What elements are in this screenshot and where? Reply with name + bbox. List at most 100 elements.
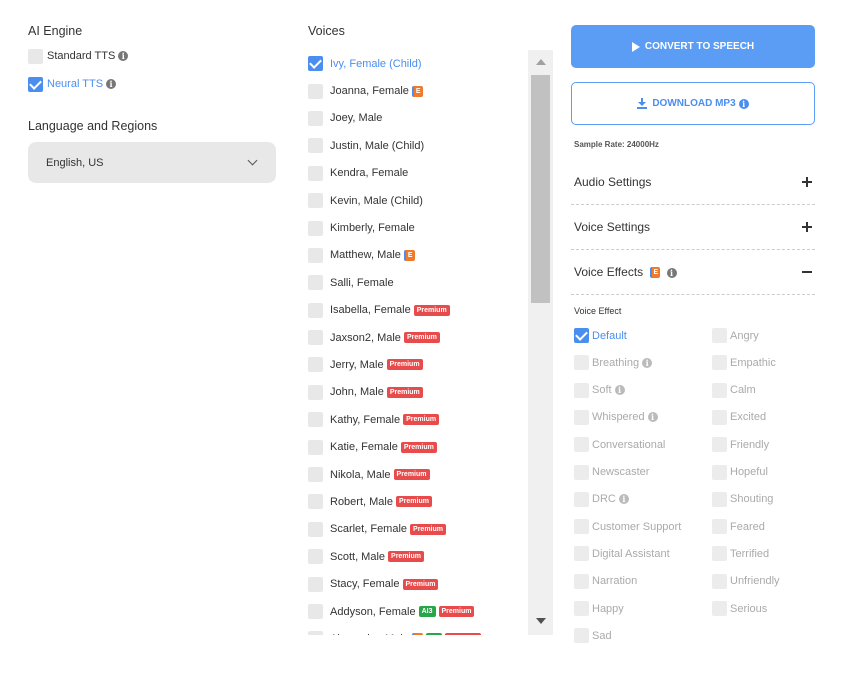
effect-option-terrified[interactable]: Terrified xyxy=(712,546,769,562)
effect-option-customer-support[interactable]: Customer Support xyxy=(574,519,681,535)
standard-tts-checkbox[interactable] xyxy=(28,48,43,64)
effect-checkbox[interactable] xyxy=(574,546,589,562)
voice-checkbox[interactable] xyxy=(308,467,323,483)
effect-checkbox[interactable] xyxy=(712,601,727,616)
voice-item[interactable]: Kevin, Male (Child) xyxy=(304,187,526,214)
effect-option-calm[interactable]: Calm xyxy=(712,382,756,398)
effect-option-default[interactable]: Default xyxy=(574,328,627,343)
voice-checkbox[interactable] xyxy=(308,439,323,455)
voice-item[interactable]: Salli, Female xyxy=(304,269,526,296)
effect-checkbox[interactable] xyxy=(574,601,589,616)
engine-option-standard[interactable]: Standard TTS i xyxy=(28,46,278,66)
effect-checkbox[interactable] xyxy=(712,409,727,425)
effect-option-serious[interactable]: Serious xyxy=(712,601,767,616)
voice-checkbox[interactable] xyxy=(308,56,323,72)
effect-option-breathing[interactable]: Breathing i xyxy=(574,355,653,371)
voice-checkbox[interactable] xyxy=(308,138,323,154)
effect-option-feared[interactable]: Feared xyxy=(712,519,765,535)
effect-checkbox[interactable] xyxy=(712,491,727,507)
effect-option-happy[interactable]: Happy xyxy=(574,601,624,616)
voice-item[interactable]: Kathy, Female Premium xyxy=(304,406,526,433)
voice-checkbox[interactable] xyxy=(308,357,323,373)
voice-item[interactable]: Scarlet, Female Premium xyxy=(304,516,526,543)
voice-checkbox[interactable] xyxy=(308,549,323,565)
voice-checkbox[interactable] xyxy=(308,193,323,209)
effect-checkbox[interactable] xyxy=(574,328,589,343)
effect-option-narration[interactable]: Narration xyxy=(574,573,637,589)
plus-icon[interactable] xyxy=(802,177,812,187)
voice-item[interactable]: Isabella, Female Premium xyxy=(304,297,526,324)
scroll-up-arrow-icon[interactable] xyxy=(536,59,546,65)
audio-settings-accordion[interactable]: Audio Settings xyxy=(571,160,815,205)
voice-item[interactable]: Matthew, Male E xyxy=(304,242,526,269)
engine-option-neural[interactable]: Neural TTS i xyxy=(28,74,278,94)
voice-checkbox[interactable] xyxy=(308,576,323,592)
effect-option-shouting[interactable]: Shouting xyxy=(712,491,773,507)
language-select[interactable]: English, US xyxy=(28,142,276,183)
effect-checkbox[interactable] xyxy=(574,491,589,507)
effect-option-excited[interactable]: Excited xyxy=(712,409,766,425)
neural-tts-checkbox[interactable] xyxy=(28,76,43,92)
voice-checkbox[interactable] xyxy=(308,521,323,537)
voice-item[interactable]: Nikola, Male Premium xyxy=(304,461,526,488)
effect-option-conversational[interactable]: Conversational xyxy=(574,437,665,453)
effect-option-angry[interactable]: Angry xyxy=(712,328,759,343)
info-icon[interactable]: i xyxy=(666,267,677,278)
effect-checkbox[interactable] xyxy=(574,382,589,398)
effect-checkbox[interactable] xyxy=(574,519,589,535)
effect-checkbox[interactable] xyxy=(712,573,727,589)
voice-checkbox[interactable] xyxy=(308,275,323,291)
effect-checkbox[interactable] xyxy=(712,328,727,343)
voice-item[interactable]: Ivy, Female (Child) xyxy=(304,50,526,77)
voice-item[interactable]: Jaxson2, Male Premium xyxy=(304,324,526,351)
voice-item[interactable]: Kendra, Female xyxy=(304,160,526,187)
voice-checkbox[interactable] xyxy=(308,83,323,99)
effect-option-whispered[interactable]: Whispered i xyxy=(574,409,658,425)
scrollbar-thumb[interactable] xyxy=(531,75,550,303)
convert-to-speech-button[interactable]: CONVERT TO SPEECH xyxy=(571,25,815,68)
voice-item[interactable]: Joanna, Female E xyxy=(304,77,526,104)
voice-item[interactable]: Justin, Male (Child) xyxy=(304,132,526,159)
effect-checkbox[interactable] xyxy=(574,573,589,589)
effect-checkbox[interactable] xyxy=(712,355,727,371)
voice-settings-accordion[interactable]: Voice Settings xyxy=(571,205,815,250)
effect-checkbox[interactable] xyxy=(712,437,727,453)
scroll-down-arrow-icon[interactable] xyxy=(536,618,546,624)
voice-checkbox[interactable] xyxy=(308,494,323,510)
voice-item[interactable]: Kimberly, Female xyxy=(304,214,526,241)
effect-option-drc[interactable]: DRC i xyxy=(574,491,629,507)
effect-checkbox[interactable] xyxy=(712,519,727,535)
effect-option-unfriendly[interactable]: Unfriendly xyxy=(712,573,780,589)
minus-icon[interactable] xyxy=(802,271,812,273)
voice-item[interactable]: Addyson, Female AI3 Premium xyxy=(304,598,526,625)
effect-checkbox[interactable] xyxy=(712,382,727,398)
voice-checkbox[interactable] xyxy=(308,384,323,400)
voice-effects-accordion[interactable]: Voice Effects E i xyxy=(571,250,815,295)
effect-option-friendly[interactable]: Friendly xyxy=(712,437,769,453)
voice-checkbox[interactable] xyxy=(308,110,323,126)
info-icon[interactable]: i xyxy=(647,412,658,423)
effect-checkbox[interactable] xyxy=(574,409,589,425)
effect-checkbox[interactable] xyxy=(574,437,589,453)
info-icon[interactable]: i xyxy=(614,385,625,396)
voice-item[interactable]: John, Male Premium xyxy=(304,379,526,406)
voice-checkbox[interactable] xyxy=(308,631,323,635)
plus-icon[interactable] xyxy=(802,222,812,232)
effect-option-newscaster[interactable]: Newscaster xyxy=(574,464,649,480)
voice-checkbox[interactable] xyxy=(308,220,323,236)
voice-item[interactable]: Stacy, Female Premium xyxy=(304,570,526,597)
voice-item[interactable]: Scott, Male Premium xyxy=(304,543,526,570)
effect-option-hopeful[interactable]: Hopeful xyxy=(712,464,768,480)
voice-item[interactable]: Joey, Male xyxy=(304,105,526,132)
effect-checkbox[interactable] xyxy=(712,546,727,562)
info-icon[interactable]: i xyxy=(118,51,129,61)
voice-checkbox[interactable] xyxy=(308,330,323,346)
voice-item[interactable]: Katie, Female Premium xyxy=(304,433,526,460)
effect-checkbox[interactable] xyxy=(574,355,589,371)
voice-checkbox[interactable] xyxy=(308,412,323,428)
effect-checkbox[interactable] xyxy=(712,464,727,480)
effect-option-soft[interactable]: Soft i xyxy=(574,382,625,398)
info-icon[interactable]: i xyxy=(738,98,749,109)
voice-checkbox[interactable] xyxy=(308,604,323,619)
effect-option-empathic[interactable]: Empathic xyxy=(712,355,776,371)
